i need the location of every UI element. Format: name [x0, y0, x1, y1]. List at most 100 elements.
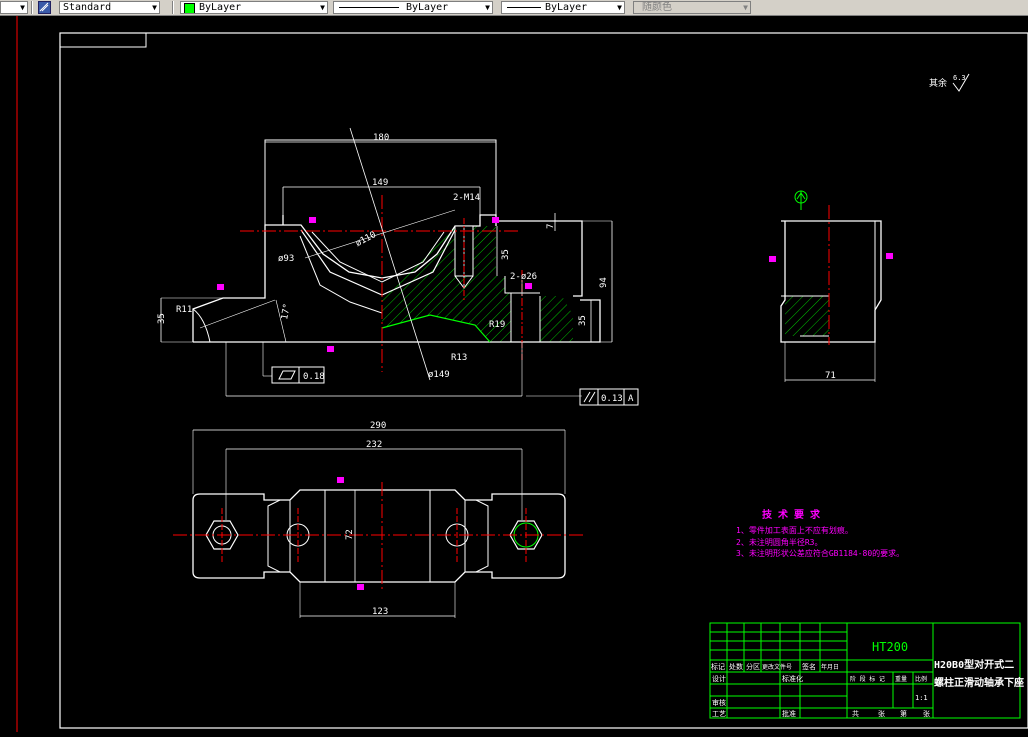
roughness-note: 其余 6.3	[929, 73, 970, 92]
tech-item-2: 2、未注明圆角半径R3。	[736, 537, 822, 547]
left-label: 审核	[712, 698, 726, 707]
roughness-marker-icon	[886, 253, 893, 259]
dim-height-35: 35	[501, 249, 511, 260]
top-outline	[192, 489, 566, 583]
toolbar-separator	[31, 1, 33, 14]
scale-value: 1:1	[915, 694, 928, 702]
chevron-down-icon: ▼	[617, 3, 622, 12]
dim-phi110: ø110	[354, 230, 378, 249]
left-label: 工艺	[712, 710, 726, 718]
chevron-down-icon: ▼	[743, 3, 748, 12]
plotstyle-select[interactable]: 随颜色 ▼	[633, 1, 751, 14]
side-hatch	[785, 296, 829, 336]
dim-phi149: ø149	[428, 370, 450, 380]
lineweight-select[interactable]: ByLayer ▼	[501, 1, 625, 14]
roughness-marker-icon	[357, 584, 364, 590]
linetype-select[interactable]: ByLayer ▼	[333, 1, 493, 14]
dim-232: 232	[366, 440, 382, 450]
datum-label: A	[628, 394, 634, 404]
chevron-down-icon: ▼	[485, 3, 490, 12]
bore-outer-line	[299, 235, 383, 314]
dim-left-35: 35	[157, 313, 167, 324]
chevron-down-icon: ▼	[320, 3, 325, 12]
linetype-line-icon	[339, 7, 399, 8]
dim-7: 7	[546, 224, 556, 229]
dim-r13: R13	[451, 353, 467, 363]
flatness-icon	[278, 370, 296, 380]
cad-drawing: 其余 6.3 180 149 2-M14 ø93 ø110 R11 35 17°…	[16, 16, 1028, 732]
lineweight-line-icon	[507, 7, 541, 8]
row-label: 标记	[711, 662, 725, 671]
sheet-label: 共	[852, 709, 859, 718]
flatness-value: 0.18	[303, 372, 325, 382]
properties-toolbar: ▼ Standard ▼ ByLayer ▼ ByLayer ▼ ByLayer…	[0, 0, 1028, 16]
material-text: HT200	[872, 640, 908, 654]
tech-item-1: 1、零件加工表面上不应有划痕。	[736, 525, 853, 535]
drawing-canvas[interactable]: 其余 6.3 180 149 2-M14 ø93 ø110 R11 35 17°…	[0, 16, 1028, 732]
title-block-text: HT200 H20B0型对开式二 螺柱正滑动轴承下座 标记 处数 分区 更改文件…	[711, 640, 1024, 718]
row-label: 更改文件号	[762, 663, 792, 671]
weight-label: 重量	[895, 675, 907, 683]
dim-right-35: 35	[578, 315, 588, 326]
dim-angle: 17°	[280, 303, 293, 321]
dim-71: 71	[825, 371, 836, 381]
tech-item-3: 3、未注明形状公差应符合GB1184-80的要求。	[736, 548, 904, 558]
toolbar-separator	[172, 1, 174, 14]
parallel-value: 0.13	[601, 394, 623, 404]
lineweight-value: ByLayer	[545, 2, 588, 13]
dim-72: 72	[345, 529, 355, 540]
color-value: ByLayer	[199, 2, 242, 13]
drawing-code-box	[59, 32, 147, 48]
part-name-line2: 螺柱正滑动轴承下座	[934, 676, 1024, 689]
mid-label: 标准化	[782, 674, 803, 683]
dim-290: 290	[370, 421, 386, 431]
sheet-label: 第	[900, 709, 907, 718]
sheet-label: 张	[878, 709, 885, 718]
front-view: 180 149 2-M14 ø93 ø110 R11 35 17° R13 R1…	[157, 127, 639, 406]
tech-requirements: 技 术 要 求 1、零件加工表面上不应有划痕。 2、未注明圆角半径R3。 3、未…	[736, 508, 904, 558]
text-style-value: Standard	[63, 2, 112, 13]
chevron-down-icon: ▼	[20, 3, 25, 12]
dim-180: 180	[373, 133, 389, 143]
dim-r11: R11	[176, 305, 192, 315]
roughness-note-value: 6.3	[953, 74, 966, 82]
left-dropdown-stub[interactable]: ▼	[0, 1, 28, 14]
sheet-label: 张	[923, 709, 930, 718]
dim-phi26: 2-ø26	[510, 272, 537, 282]
row-label: 签名	[802, 662, 816, 671]
text-style-select[interactable]: Standard ▼	[59, 1, 160, 14]
roughness-marker-icon	[337, 477, 344, 483]
color-select[interactable]: ByLayer ▼	[180, 1, 328, 14]
roughness-marker-icon	[769, 256, 776, 262]
linetype-value: ByLayer	[406, 2, 449, 13]
scale-label: 比例	[915, 675, 927, 683]
dim-123: 123	[372, 607, 388, 617]
stage-label: 阶 段 标 记	[850, 675, 885, 683]
side-view: 71	[769, 190, 893, 382]
tech-title: 技 术 要 求	[762, 508, 821, 521]
part-name-line1: H20B0型对开式二	[934, 658, 1014, 671]
color-swatch-icon	[184, 3, 195, 13]
dim-94: 94	[599, 277, 609, 288]
dim-thread: 2-M14	[453, 193, 480, 203]
plotstyle-value: 随颜色	[642, 2, 672, 13]
roughness-marker-icon	[492, 217, 499, 223]
section-hatch-right	[540, 296, 573, 342]
chevron-down-icon: ▼	[152, 3, 157, 12]
parallel-tolerance-frame: 0.13 A	[579, 388, 639, 406]
roughness-marker-icon	[309, 217, 316, 223]
roughness-marker-icon	[525, 283, 532, 289]
row-label: 分区	[746, 662, 760, 671]
roughness-marker-icon	[327, 346, 334, 352]
view-direction-icon	[794, 190, 808, 210]
dim-149: 149	[372, 178, 388, 188]
left-label: 设计	[712, 674, 726, 683]
dim-phi93: ø93	[278, 254, 294, 264]
parallel-icon	[583, 391, 596, 403]
mid-label: 批准	[782, 709, 796, 718]
text-style-icon[interactable]	[38, 1, 51, 14]
row-label: 年月日	[821, 663, 839, 671]
roughness-note-label: 其余	[929, 77, 947, 89]
roughness-marker-icon	[217, 284, 224, 290]
dim-r19: R19	[489, 320, 505, 330]
